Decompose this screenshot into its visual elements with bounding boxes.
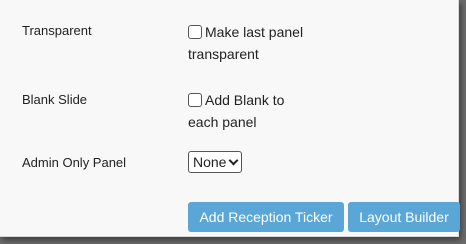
transparent-checkbox[interactable] [188, 25, 202, 39]
blank-slide-label: Blank Slide [22, 92, 88, 107]
transparent-label: Transparent [22, 23, 92, 38]
blank-slide-checkbox[interactable] [188, 93, 202, 107]
transparent-checkbox-group[interactable]: Make last panel transparent [188, 21, 303, 65]
chevron-down-icon [229, 155, 239, 165]
admin-only-panel-select[interactable]: None [188, 151, 243, 173]
add-reception-ticker-button[interactable]: Add Reception Ticker [188, 202, 344, 232]
blank-slide-checkbox-group[interactable]: Add Blank to each panel [188, 89, 284, 133]
transparent-checkbox-text-line2: transparent [188, 46, 259, 62]
admin-only-panel-label: Admin Only Panel [22, 155, 127, 170]
admin-only-panel-selected-value: None [193, 154, 227, 170]
transparent-checkbox-text-line1: Make last panel [205, 24, 304, 40]
blank-slide-checkbox-text-line1: Add Blank to [205, 92, 285, 108]
layout-builder-button[interactable]: Layout Builder [348, 202, 460, 232]
settings-panel: Transparent Make last panel transparent … [0, 0, 460, 237]
blank-slide-checkbox-text-line2: each panel [188, 114, 257, 130]
